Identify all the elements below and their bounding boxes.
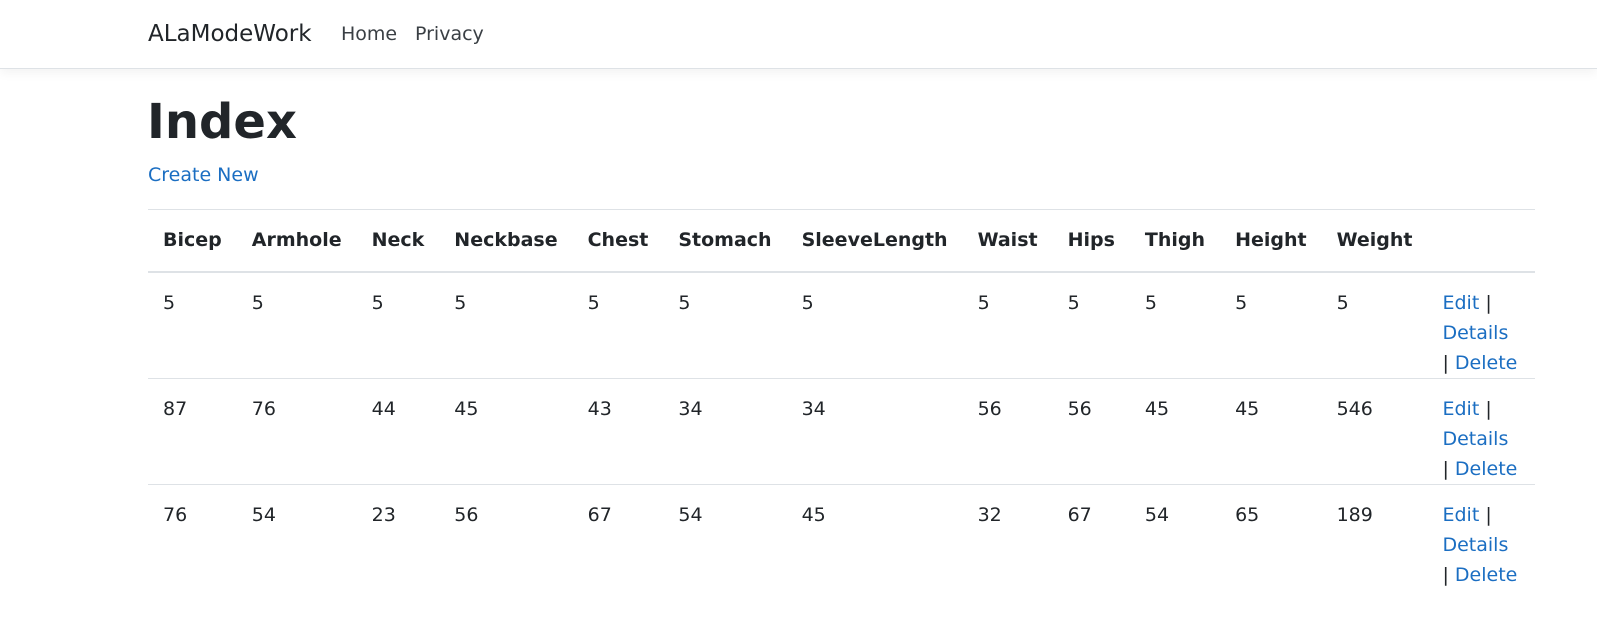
row-actions: Edit | Details | Delete [1427,271,1535,379]
cell-waist: 32 [977,503,1002,526]
cell-stomach: 34 [663,378,787,485]
header-bicep: Bicep [148,209,237,273]
header-neck: Neck [356,209,440,273]
separator: | [1442,563,1449,586]
cell-sleevelength: 45 [801,503,826,526]
cell-neckbase: 45 [439,378,573,485]
cell-height: 45 [1220,378,1322,485]
cell-neckbase: 56 [454,503,479,526]
details-link[interactable]: Details [1442,322,1508,344]
cell-chest: 67 [587,503,612,526]
edit-link[interactable]: Edit [1442,292,1479,314]
cell-hips: 56 [1052,378,1130,485]
row-actions: Edit | Details | Delete [1427,484,1535,590]
header-actions [1427,209,1535,273]
cell-armhole: 76 [236,378,357,485]
header-neckbase: Neckbase [439,209,573,273]
delete-link[interactable]: Delete [1455,352,1517,374]
measurements-table-container: Bicep Armhole Neck Neckbase Chest Stomac… [148,209,1535,590]
cell-bicep: 76 [163,503,188,526]
cell-chest: 5 [572,271,664,379]
cell-weight: 5 [1321,271,1428,379]
header-stomach: Stomach [663,209,787,273]
cell-hips: 67 [1067,503,1092,526]
cell-neckbase: 5 [439,271,573,379]
header-waist: Waist [962,209,1053,273]
header-hips: Hips [1052,209,1130,273]
edit-link[interactable]: Edit [1442,398,1479,420]
delete-link[interactable]: Delete [1455,564,1517,586]
header-armhole: Armhole [236,209,357,273]
header-height: Height [1220,209,1322,273]
top-navbar: ALaModeWork Home Privacy [0,0,1597,69]
page-title: Index [147,94,297,150]
cell-bicep: 5 [148,271,237,379]
delete-link[interactable]: Delete [1455,458,1517,480]
header-chest: Chest [572,209,664,273]
cell-waist: 5 [962,271,1053,379]
cell-chest: 43 [572,378,664,485]
brand-link[interactable]: ALaModeWork [148,19,312,49]
separator: | [1485,397,1492,420]
measurements-table: Bicep Armhole Neck Neckbase Chest Stomac… [148,209,1535,590]
cell-neck: 23 [371,503,396,526]
separator: | [1442,351,1449,374]
cell-weight: 546 [1321,378,1428,485]
cell-waist: 56 [962,378,1053,485]
nav-link-home[interactable]: Home [341,21,397,47]
header-sleevelength: SleeveLength [786,209,963,273]
cell-thigh: 45 [1129,378,1221,485]
header-weight: Weight [1321,209,1428,273]
cell-stomach: 54 [678,503,703,526]
cell-thigh: 54 [1144,503,1170,526]
cell-armhole: 54 [251,503,276,526]
details-link[interactable]: Details [1442,428,1508,450]
cell-stomach: 5 [663,271,787,379]
cell-thigh: 5 [1129,271,1221,379]
cell-sleevelength: 5 [786,271,963,379]
nav-link-privacy[interactable]: Privacy [415,21,484,47]
cell-height: 65 [1235,503,1260,526]
row-actions: Edit | Details | Delete [1427,378,1535,485]
header-thigh: Thigh [1129,209,1221,273]
cell-neck: 5 [356,271,440,379]
separator: | [1485,291,1492,314]
table-row: 87 76 44 45 43 34 34 56 56 45 45 546 Edi… [148,378,1535,485]
create-new-link[interactable]: Create New [148,162,259,188]
cell-neck: 44 [356,378,440,485]
cell-sleevelength: 34 [786,378,963,485]
cell-bicep: 87 [148,378,237,485]
separator: | [1442,457,1449,480]
table-header-row: Bicep Armhole Neck Neckbase Chest Stomac… [148,209,1535,273]
cell-weight: 189 [1336,503,1373,526]
table-row: 76 54 23 56 67 54 45 32 67 54 65 189 Edi… [148,484,1535,590]
cell-hips: 5 [1052,271,1130,379]
cell-height: 5 [1220,271,1322,379]
table-row: 5 5 5 5 5 5 5 5 5 5 5 5 Edit | Details |… [148,271,1535,379]
details-link[interactable]: Details [1442,534,1508,556]
separator: | [1485,503,1492,526]
edit-link[interactable]: Edit [1442,504,1479,526]
cell-armhole: 5 [236,271,357,379]
